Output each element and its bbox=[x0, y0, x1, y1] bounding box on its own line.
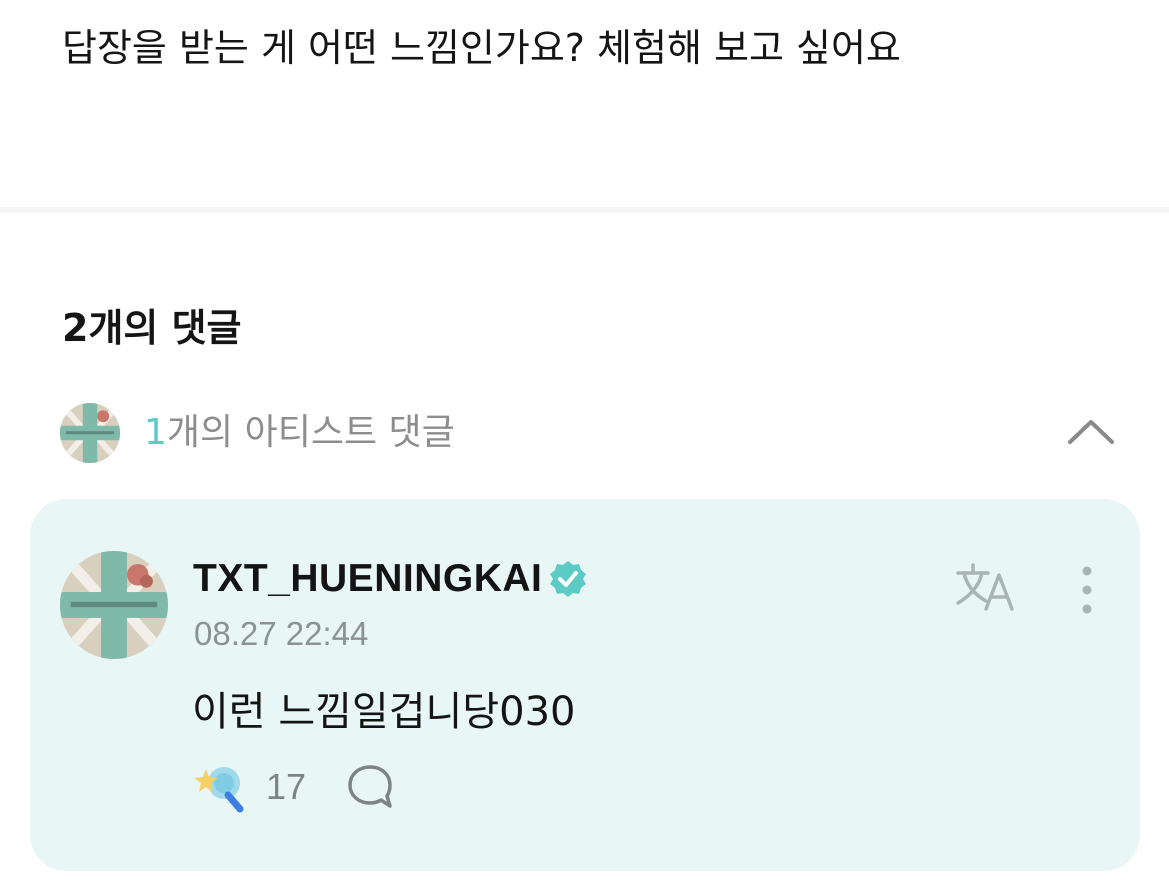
chevron-up-icon[interactable] bbox=[1066, 412, 1116, 452]
post-body: 답장을 받는 게 어떤 느낌인가요? 체험해 보고 싶어요 bbox=[62, 26, 901, 70]
artist-comment-label-text: 개의 아티스트 댓글 bbox=[166, 412, 455, 453]
author-line: TXT_HUENINGKAI bbox=[193, 557, 588, 601]
artist-comment-card: TXT_HUENINGKAI 08.27 22:44 이런 느낌일겁니당030 bbox=[30, 499, 1140, 871]
like-lightstick-icon[interactable] bbox=[192, 761, 248, 813]
artist-comments-toggle[interactable]: 1개의 아티스트 댓글 bbox=[60, 402, 1120, 464]
verified-badge-icon bbox=[548, 559, 588, 599]
comment-timestamp: 08.27 22:44 bbox=[194, 615, 369, 652]
artist-comment-count: 1 bbox=[144, 412, 167, 453]
speech-bubble-icon[interactable] bbox=[346, 763, 394, 811]
author-avatar[interactable] bbox=[60, 551, 168, 659]
translate-icon[interactable] bbox=[954, 561, 1018, 613]
txt-logo-avatar bbox=[60, 403, 120, 463]
comment-count-heading: 2개의 댓글 bbox=[62, 306, 242, 350]
author-name[interactable]: TXT_HUENINGKAI bbox=[193, 557, 542, 601]
section-divider bbox=[0, 207, 1169, 213]
artist-comments-label: 1개의 아티스트 댓글 bbox=[144, 409, 455, 457]
like-count: 17 bbox=[266, 766, 307, 807]
comment-actions: 17 bbox=[192, 761, 394, 813]
comment-text: 이런 느낌일겁니당030 bbox=[192, 689, 576, 735]
more-vertical-icon[interactable] bbox=[1072, 563, 1102, 617]
